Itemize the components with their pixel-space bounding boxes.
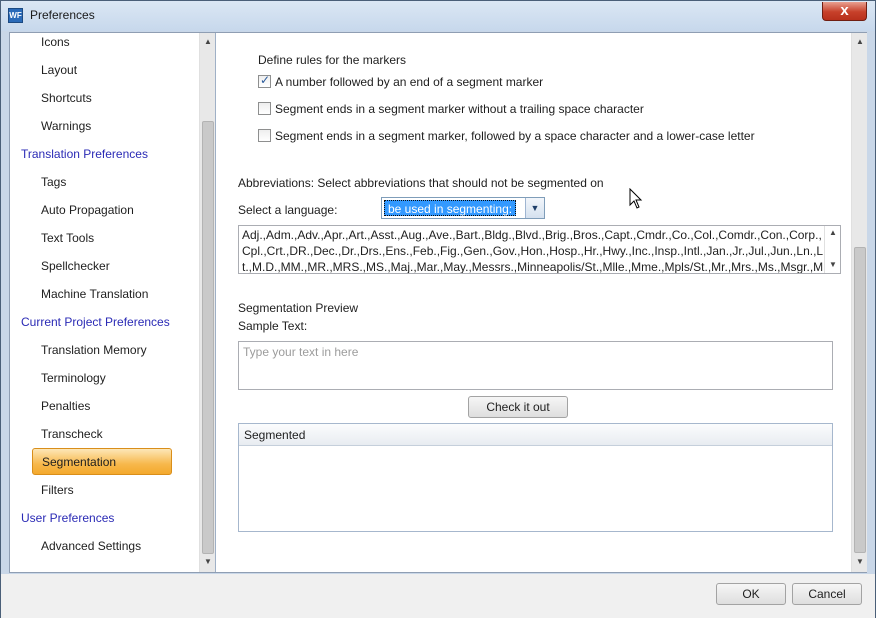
scroll-up-icon[interactable]: ▲ (200, 35, 215, 49)
language-select[interactable]: be used in segmenting: ▼ (381, 197, 545, 219)
sidebar-item-tags[interactable]: Tags (41, 172, 66, 198)
sidebar-item-current-project-preferences[interactable]: Current Project Preferences (21, 312, 170, 338)
scroll-down-icon[interactable]: ▼ (852, 555, 868, 569)
markers-heading: Define rules for the markers (258, 53, 407, 67)
window-title: Preferences (30, 8, 95, 22)
check-it-out-button[interactable]: Check it out (468, 396, 568, 418)
segmented-header: Segmented (239, 424, 832, 446)
scroll-up-icon[interactable]: ▲ (852, 35, 868, 49)
abbreviations-scrollbar[interactable]: ▲ ▼ (824, 226, 840, 273)
abbreviations-text: Adj.,Adm.,Adv.,Apr.,Art.,Asst.,Aug.,Ave.… (242, 228, 824, 274)
segmentation-settings-panel: Define rules for the markers ✓ A number … (217, 33, 867, 572)
scroll-up-icon[interactable]: ▲ (825, 226, 840, 240)
sidebar-scroll-thumb[interactable] (202, 121, 214, 554)
preview-heading: Segmentation Preview (238, 301, 359, 315)
sidebar-item-user-preferences[interactable]: User Preferences (21, 508, 114, 534)
app-icon: WF (8, 8, 23, 23)
segmented-results: Segmented (238, 423, 833, 532)
rule-2-checkbox[interactable] (258, 102, 271, 115)
language-select-value: be used in segmenting: (384, 200, 517, 216)
rule-2-label[interactable]: Segment ends in a segment marker without… (275, 102, 644, 116)
sidebar-item-warnings[interactable]: Warnings (41, 116, 91, 142)
client-area: Icons Layout Shortcuts Warnings Translation … (9, 32, 867, 573)
scroll-down-icon[interactable]: ▼ (825, 258, 840, 272)
rule-3-checkbox[interactable] (258, 129, 271, 142)
rule-1-label[interactable]: A number followed by an end of a segment… (275, 75, 543, 89)
close-button[interactable]: x (822, 2, 867, 21)
checkmark-icon: ✓ (260, 73, 271, 87)
sample-text-placeholder: Type your text in here (243, 345, 359, 359)
cancel-button[interactable]: Cancel (792, 583, 862, 605)
title-bar: WF Preferences x (1, 1, 875, 31)
scroll-down-icon[interactable]: ▼ (200, 555, 215, 569)
sidebar-item-terminology[interactable]: Terminology (41, 368, 106, 394)
chevron-down-icon[interactable]: ▼ (525, 198, 544, 218)
sidebar-item-advanced-settings[interactable]: Advanced Settings (41, 536, 141, 562)
sidebar-item-machine-translation[interactable]: Machine Translation (41, 284, 148, 310)
sidebar-item-shortcuts[interactable]: Shortcuts (41, 88, 92, 114)
sidebar-item-text-tools[interactable]: Text Tools (41, 228, 94, 254)
sidebar-item-penalties[interactable]: Penalties (41, 396, 90, 422)
sidebar-item-layout[interactable]: Layout (41, 60, 77, 86)
sidebar-scrollbar[interactable]: ▲ ▼ (199, 33, 215, 572)
content-scroll-thumb[interactable] (854, 247, 866, 553)
content-scrollbar[interactable]: ▲ ▼ (851, 33, 867, 572)
ok-button[interactable]: OK (716, 583, 786, 605)
sidebar-item-translation-memory[interactable]: Translation Memory (41, 340, 147, 366)
sidebar-item-segmentation[interactable]: Segmentation (32, 448, 172, 475)
sidebar-item-spellchecker[interactable]: Spellchecker (41, 256, 110, 282)
language-label: Select a language: (238, 203, 338, 217)
sample-text-input[interactable]: Type your text in here (238, 341, 833, 390)
rule-1-checkbox[interactable]: ✓ (258, 73, 271, 88)
sidebar-item-filters[interactable]: Filters (41, 480, 74, 506)
sidebar-item-translation-preferences[interactable]: Translation Preferences (21, 144, 148, 170)
abbreviations-list[interactable]: Adj.,Adm.,Adv.,Apr.,Art.,Asst.,Aug.,Ave.… (238, 225, 841, 274)
mouse-cursor-icon (629, 188, 643, 209)
sidebar: Icons Layout Shortcuts Warnings Translation … (10, 33, 216, 572)
sidebar-item-icons[interactable]: Icons (41, 33, 70, 58)
sidebar-item-transcheck[interactable]: Transcheck (41, 424, 103, 450)
rule-3-label[interactable]: Segment ends in a segment marker, follow… (275, 129, 755, 143)
sample-text-label: Sample Text: (238, 319, 308, 333)
abbreviations-heading: Abbreviations: Select abbreviations that… (238, 176, 604, 190)
sidebar-item-auto-propagation[interactable]: Auto Propagation (41, 200, 134, 226)
preferences-window: WF Preferences x Icons Layout Shortcuts War… (0, 0, 876, 618)
dialog-footer: OK Cancel (1, 574, 875, 618)
